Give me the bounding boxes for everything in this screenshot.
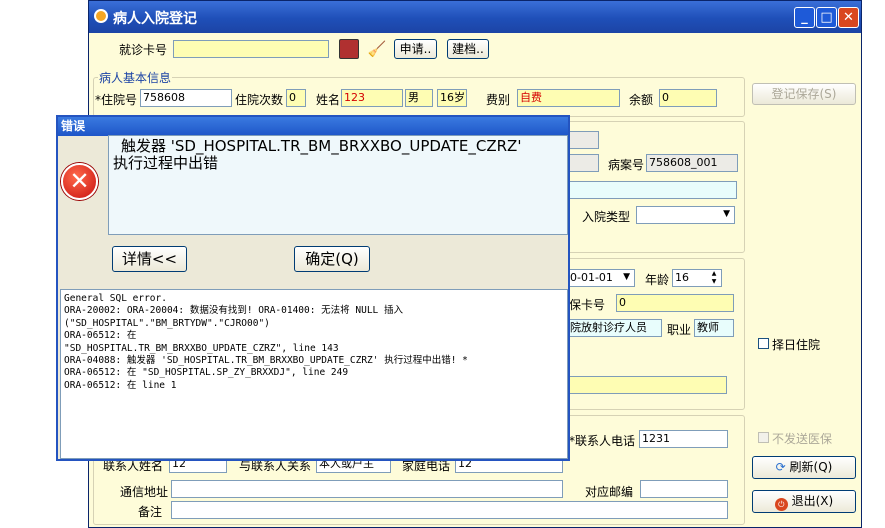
refresh-button[interactable]: ⟳ 刷新(Q) (752, 456, 856, 479)
birth-date-select[interactable]: 0-01-01 ▼ (567, 269, 635, 287)
address-label: 通信地址 (120, 485, 169, 499)
address-input[interactable] (171, 480, 563, 498)
sex-input[interactable]: 男 (405, 89, 433, 107)
inpatient-no-label: *住院号 (95, 93, 138, 107)
save-button[interactable]: 登记保存(S) (752, 83, 856, 105)
error-message-line1: 触发器 'SD_HOSPITAL.TR_BM_BRXXBO_UPDATE_CZR… (121, 137, 522, 155)
power-icon: ⏻ (774, 498, 788, 511)
diagnosis-field[interactable] (567, 181, 737, 199)
error-dialog-title[interactable]: 错误 (58, 117, 568, 136)
app-logo-icon (94, 9, 108, 23)
error-icon: ✕ (61, 163, 98, 200)
no-send-label: 不发送医保 (772, 432, 833, 446)
select-date-label: 择日住院 (772, 338, 821, 352)
name-input[interactable]: 123 (341, 89, 403, 107)
window-titlebar[interactable]: 病人入院登记 _ □ ✕ (89, 1, 861, 33)
remark-input[interactable] (171, 501, 728, 519)
age-display[interactable]: 16岁 (437, 89, 467, 107)
spin-down-icon[interactable]: ▼ (708, 278, 720, 286)
fee-input[interactable]: 自费 (517, 89, 620, 107)
apply-button[interactable]: 申请.. (394, 39, 437, 59)
minimize-button[interactable]: _ (794, 7, 815, 28)
error-message-box: 触发器 'SD_HOSPITAL.TR_BM_BRXXBO_UPDATE_CZR… (108, 135, 568, 235)
work-unit-field[interactable]: 院放射诊疗人员 (567, 319, 662, 337)
select-date-checkbox[interactable] (758, 338, 769, 349)
chevron-down-icon: ▼ (723, 209, 730, 219)
age-value: 16 (675, 271, 689, 284)
contact-phone-label: *联系人电话 (569, 434, 636, 448)
error-detail-text[interactable]: General SQL error. ORA-20002: ORA-20004:… (60, 289, 568, 459)
card-reader-icon[interactable] (339, 39, 359, 59)
hidden-gray-field (567, 131, 599, 149)
card-label: 就诊卡号 (119, 43, 168, 57)
ok-button[interactable]: 确定(Q) (294, 246, 370, 272)
admission-type-select[interactable]: ▼ (636, 206, 735, 224)
details-button[interactable]: 详情<< (112, 246, 187, 272)
insurance-label: 保卡号 (569, 298, 606, 312)
close-button[interactable]: ✕ (838, 7, 859, 28)
birth-date-value: 0-01-01 (570, 271, 613, 284)
age-label: 年龄 (645, 273, 670, 287)
window-title: 病人入院登记 (113, 11, 197, 27)
job-label: 职业 (667, 323, 692, 337)
spin-up-icon[interactable]: ▲ (708, 270, 720, 278)
inpatient-no-input[interactable]: 758608 (140, 89, 232, 107)
no-send-checkbox[interactable] (758, 432, 769, 443)
visit-count-label: 住院次数 (235, 93, 284, 107)
job-input[interactable]: 教师 (694, 319, 734, 337)
name-label: 姓名 (316, 93, 341, 107)
admission-type-label: 入院类型 (582, 210, 631, 224)
postcode-label: 对应邮编 (585, 485, 634, 499)
basic-info-group-title: 病人基本信息 (98, 69, 173, 86)
address-detail-field[interactable] (567, 376, 727, 394)
postcode-input[interactable] (640, 480, 728, 498)
balance-input[interactable]: 0 (659, 89, 717, 107)
insurance-input[interactable]: 0 (616, 294, 734, 312)
age-spinner[interactable]: 16 ▲ ▼ (672, 269, 722, 287)
occupation-type-field (569, 154, 599, 172)
exit-button-label: 退出(X) (791, 494, 834, 508)
refresh-button-label: 刷新(Q) (789, 460, 833, 474)
error-dialog: 错误 ✕ 触发器 'SD_HOSPITAL.TR_BM_BRXXBO_UPDAT… (56, 115, 570, 461)
create-record-button[interactable]: 建档.. (447, 39, 489, 59)
chevron-down-icon: ▼ (623, 272, 630, 282)
maximize-button[interactable]: □ (816, 7, 837, 28)
card-input[interactable] (173, 40, 329, 58)
record-no-label: 病案号 (608, 158, 645, 172)
record-no-input[interactable]: 758608_001 (646, 154, 738, 172)
exit-button[interactable]: ⏻ 退出(X) (752, 490, 856, 513)
remark-label: 备注 (138, 505, 163, 519)
refresh-icon: ⟳ (775, 460, 786, 474)
balance-label: 余额 (629, 93, 654, 107)
fee-label: 费别 (486, 93, 511, 107)
error-message-line2: 执行过程中出错 (113, 154, 219, 172)
broom-icon[interactable]: 🧹 (367, 39, 387, 59)
contact-phone-input[interactable]: 1231 (639, 430, 728, 448)
visit-count-input[interactable]: 0 (286, 89, 306, 107)
